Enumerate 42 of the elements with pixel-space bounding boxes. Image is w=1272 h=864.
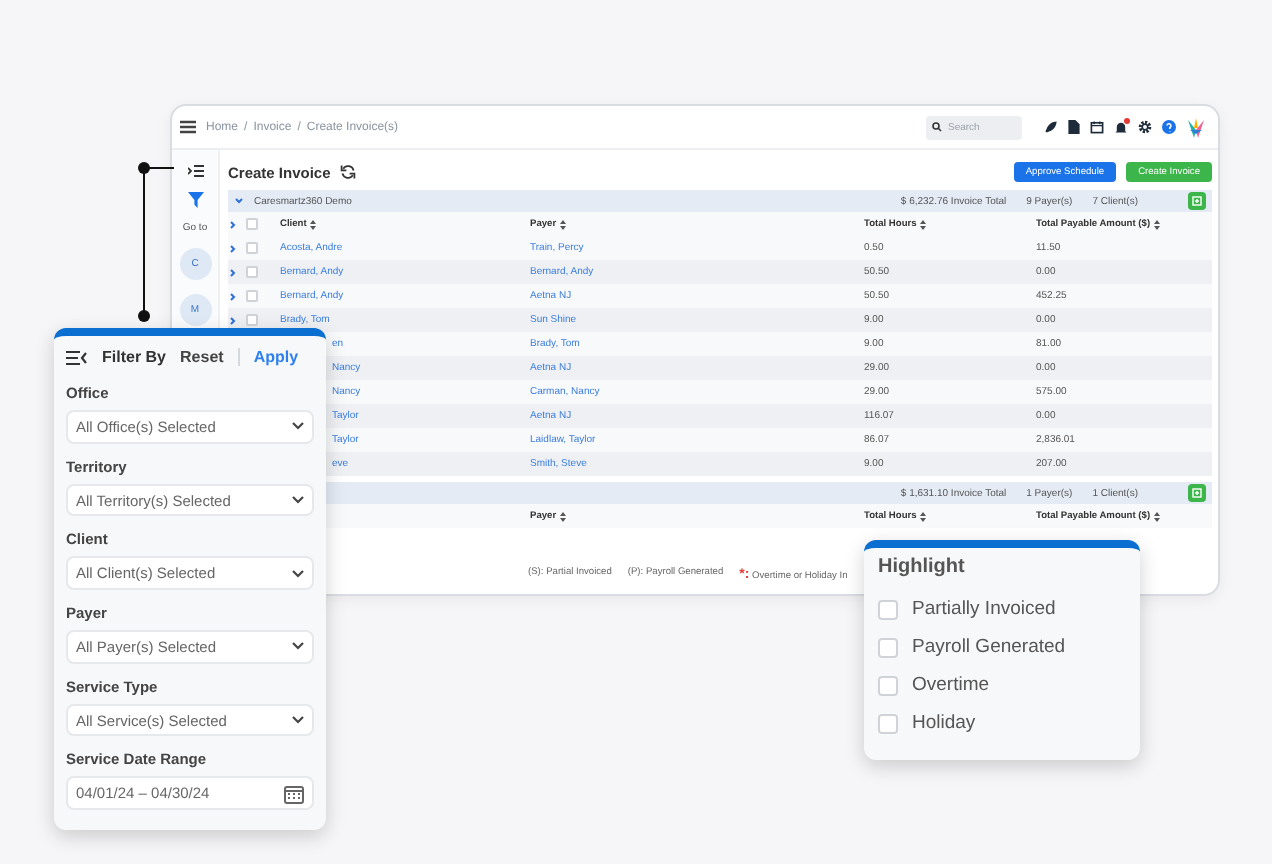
sort-icon[interactable] <box>1154 511 1161 521</box>
checkbox[interactable] <box>246 290 258 302</box>
chevron-right-icon[interactable] <box>228 315 238 325</box>
filter-icon[interactable] <box>187 192 203 208</box>
help-icon[interactable] <box>1162 120 1176 134</box>
chevron-down-icon[interactable] <box>292 642 304 651</box>
sort-icon[interactable] <box>920 219 927 229</box>
sort-icon[interactable] <box>1154 219 1161 229</box>
sort-icon[interactable] <box>560 511 567 521</box>
bird-logo-icon <box>1186 117 1206 137</box>
highlight-option[interactable]: Holiday <box>878 712 1126 734</box>
settings-icon[interactable] <box>1138 120 1152 134</box>
calendar-icon[interactable] <box>1090 120 1104 134</box>
highlight-option[interactable]: Partially Invoiced <box>878 598 1126 620</box>
chevron-right-icon[interactable] <box>228 267 238 277</box>
document-icon[interactable] <box>1068 120 1080 134</box>
chevron-right-icon[interactable] <box>228 243 238 253</box>
indent-list-icon[interactable] <box>187 164 203 178</box>
filter-title: Filter By <box>102 348 167 366</box>
highlight-option[interactable]: Overtime <box>878 674 1126 696</box>
checkbox[interactable] <box>246 242 258 254</box>
apply-button[interactable]: Apply <box>253 348 299 366</box>
collapse-menu-icon[interactable] <box>66 349 88 365</box>
chevron-down-icon[interactable] <box>292 422 304 431</box>
chevron-down-icon[interactable] <box>292 716 304 725</box>
chevron-right-icon[interactable] <box>228 219 238 229</box>
checkbox[interactable] <box>246 266 258 278</box>
sort-icon[interactable] <box>560 219 567 229</box>
sort-icon[interactable] <box>920 511 927 521</box>
checkbox[interactable] <box>246 314 258 326</box>
checkbox[interactable] <box>246 218 258 230</box>
chevron-down-icon[interactable] <box>292 569 304 578</box>
sort-icon[interactable] <box>310 219 317 229</box>
highlight-option[interactable]: Payroll Generated <box>878 636 1126 658</box>
refresh-icon[interactable] <box>340 164 357 180</box>
bell-icon[interactable] <box>1114 120 1128 134</box>
menu-icon[interactable] <box>180 120 196 134</box>
card-title: Highlight <box>878 556 967 578</box>
chevron-right-icon[interactable] <box>228 291 238 301</box>
search-icon <box>932 122 942 132</box>
chevron-down-icon[interactable] <box>292 496 304 504</box>
reset-button[interactable]: Reset <box>180 348 224 366</box>
